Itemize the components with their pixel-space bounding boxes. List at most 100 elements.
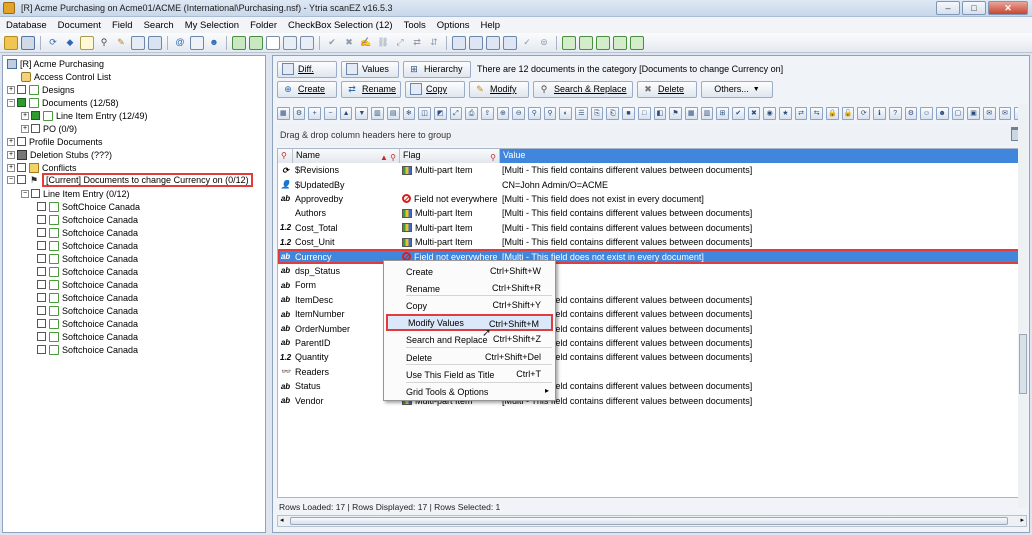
expand-icon[interactable]: + (7, 163, 15, 172)
sign-icon[interactable]: ✍ (359, 36, 373, 50)
scroll-left-icon[interactable]: ◂ (280, 516, 284, 524)
properties-icon[interactable] (283, 35, 297, 50)
tree-item-line-item-entry-sub[interactable]: − Line Item Entry (0/12) (21, 187, 130, 200)
scroll-thumb[interactable] (290, 517, 1008, 525)
tree-checkbox[interactable] (37, 280, 46, 289)
check-all-icon[interactable]: ✔ (731, 106, 745, 120)
tree-checkbox[interactable] (31, 124, 40, 133)
collapse-icon[interactable]: − (7, 175, 15, 184)
expand-icon[interactable]: + (7, 150, 15, 159)
list-icon[interactable] (300, 35, 314, 50)
export-icon[interactable] (232, 35, 246, 50)
tree-doc-item[interactable]: Softchoice Canada (37, 291, 138, 304)
copy-icon[interactable] (131, 35, 145, 50)
values-button[interactable]: Values (341, 60, 399, 78)
lock-icon[interactable]: 🔒 (826, 106, 839, 120)
link-icon[interactable]: ⛓ (376, 36, 390, 50)
column-header-name[interactable]: Name ▲ ⚲ (293, 149, 400, 163)
menu-document[interactable]: Document (58, 20, 101, 31)
refresh-icon[interactable]: ⟳ (46, 36, 60, 50)
tree-checkbox[interactable] (37, 319, 46, 328)
menu-field[interactable]: Field (112, 20, 133, 31)
print-icon[interactable]: ⎙ (465, 106, 478, 120)
menu-tools[interactable]: Tools (404, 20, 426, 31)
zoom-in-icon[interactable]: ⊕ (496, 106, 510, 120)
tree-checkbox[interactable] (17, 175, 26, 184)
column-add-icon[interactable]: ▤ (386, 106, 400, 120)
tree-checkbox[interactable] (37, 306, 46, 315)
grid-edit-icon[interactable] (596, 35, 610, 50)
chart-icon[interactable]: ▥ (700, 106, 714, 120)
search-icon[interactable]: ⚲ (97, 36, 111, 50)
tile-icon[interactable] (469, 35, 483, 50)
grid-green-icon[interactable] (562, 35, 576, 50)
zoom-out-icon[interactable]: ⊖ (512, 106, 525, 120)
expand-icon[interactable]: ⤢ (393, 36, 407, 50)
tree-doc-item[interactable]: Softchoice Canada (37, 265, 138, 278)
menu-database[interactable]: Database (6, 20, 47, 31)
close-button[interactable]: ✕ (988, 1, 1028, 15)
ctx-grid-tools[interactable]: Grid Tools & Options ▸ (386, 383, 553, 400)
tree-checkbox[interactable] (37, 228, 46, 237)
grid-layout-icon[interactable]: ▦ (277, 106, 290, 120)
menu-options[interactable]: Options (437, 20, 470, 31)
export-icon[interactable]: ⇪ (480, 106, 494, 120)
info-icon[interactable]: ℹ (873, 106, 886, 120)
grid-link-icon[interactable] (613, 35, 627, 50)
options-icon[interactable]: ☰ (575, 106, 588, 120)
window-icon[interactable] (452, 35, 466, 50)
horizontal-scrollbar[interactable]: ◂ ▸ (277, 515, 1027, 527)
group-icon[interactable]: ☻ (935, 106, 949, 120)
collapse-icon[interactable]: − (7, 98, 15, 107)
tree-doc-item[interactable]: SoftChoice Canada (37, 200, 140, 213)
search-replace-button[interactable]: ⚲ Search & Replace (533, 80, 633, 98)
collapse-icon[interactable]: − (21, 189, 29, 198)
calendar-icon[interactable] (190, 35, 204, 50)
check-icon[interactable]: ✔ (325, 36, 339, 50)
people-icon[interactable]: ☻ (207, 36, 221, 50)
highlight-icon[interactable]: ◉ (763, 106, 776, 120)
cascade-icon[interactable] (486, 35, 500, 50)
tree-checkbox[interactable] (37, 293, 46, 302)
tree-item-documents[interactable]: − Documents (12/58) (7, 96, 119, 109)
merge-icon[interactable]: ⇄ (410, 36, 424, 50)
document-icon[interactable]: ▢ (951, 106, 965, 120)
tree-doc-item[interactable]: Softchoice Canada (37, 304, 138, 317)
expand-icon[interactable]: + (7, 85, 15, 94)
copy-button[interactable]: Copy (405, 80, 465, 98)
tree-checkbox[interactable] (37, 202, 46, 211)
document-icon[interactable] (80, 35, 94, 50)
menu-checkbox-selection[interactable]: CheckBox Selection (12) (288, 20, 393, 31)
ctx-create[interactable]: Create Ctrl+Shift+W (386, 263, 553, 280)
color-icon[interactable]: ◐ (559, 106, 573, 120)
tree-checkbox[interactable] (17, 163, 26, 172)
tree-item-designs[interactable]: + Designs (7, 83, 75, 96)
grid-settings-icon[interactable]: ⚙ (292, 106, 306, 120)
table-row[interactable]: 1.2 Cost_Total Multi-part Item [Multi - Thi… (278, 221, 1026, 235)
import-icon[interactable] (249, 35, 263, 50)
attach-icon[interactable]: ✉ (982, 106, 996, 120)
user-icon[interactable]: ☺ (920, 106, 933, 120)
expand-icon[interactable]: ⤢ (449, 106, 463, 120)
tree-item-acl[interactable]: Access Control List (21, 70, 111, 83)
help-icon[interactable]: ? (888, 106, 902, 120)
find-icon[interactable]: ⚲ (528, 106, 541, 120)
tree-checkbox[interactable] (17, 98, 26, 107)
uncheck-icon[interactable]: ✖ (747, 106, 761, 120)
others-button[interactable]: Others... ▼ (701, 80, 773, 98)
ctx-search-replace[interactable]: Search and Replace Ctrl+Shift+Z (386, 331, 553, 348)
tree-doc-item[interactable]: Softchoice Canada (37, 343, 138, 356)
settings-icon[interactable]: ⚙ (904, 106, 918, 120)
table-row[interactable]: ⟳ $Revisions Multi-part Item [Multi - This … (278, 163, 1026, 177)
mail-icon[interactable]: ✉ (998, 106, 1012, 120)
split-icon[interactable]: ⇵ (427, 36, 441, 50)
table-icon[interactable]: ▦ (684, 106, 698, 120)
column-icon[interactable]: ▥ (371, 106, 384, 120)
tree-item-database[interactable]: [R] Acme Purchasing (7, 57, 104, 70)
tree-checkbox[interactable] (37, 241, 46, 250)
tree-icon[interactable]: ⊞ (716, 106, 729, 120)
tree-checkbox[interactable] (17, 85, 26, 94)
table-row[interactable]: 👤 $UpdatedBy CN=John Admin/O=ACME (278, 177, 1026, 191)
tree-doc-item[interactable]: Softchoice Canada (37, 278, 138, 291)
rename-button[interactable]: ⇄ Rename (341, 80, 401, 98)
